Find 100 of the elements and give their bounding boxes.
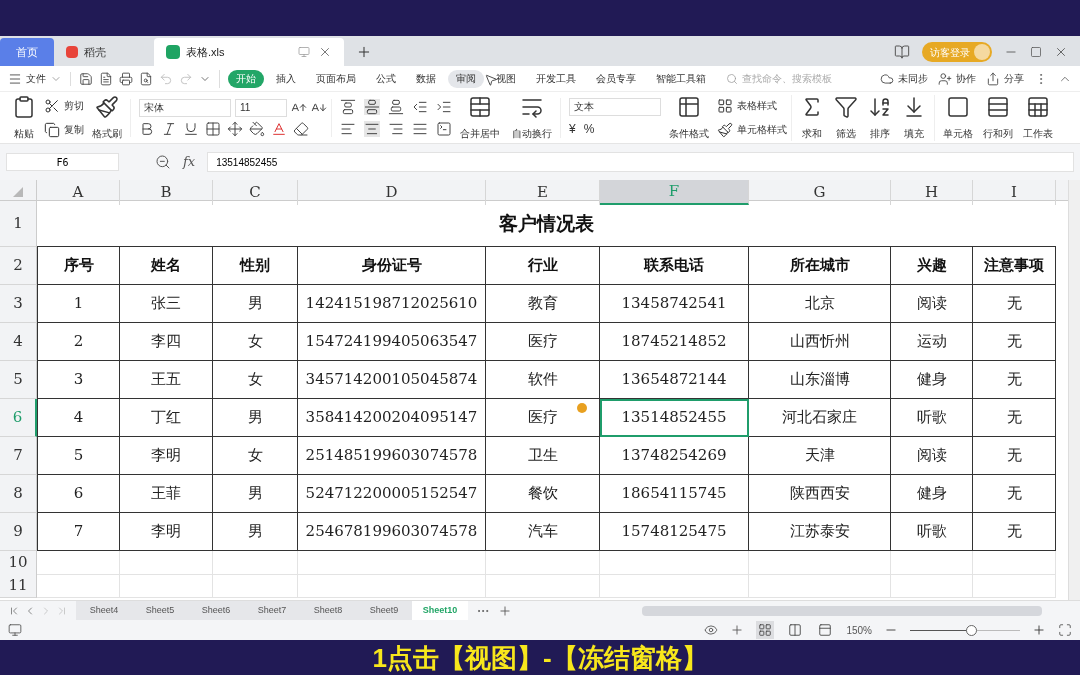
table-cell[interactable]: 无 [973,285,1056,323]
font-select[interactable]: 宋体 [139,98,231,117]
table-cell[interactable]: 运动 [891,323,973,361]
currency-button[interactable]: ¥ [569,119,576,138]
merge-center-button[interactable]: 合并居中 [456,94,504,141]
row-header[interactable]: 10 [0,551,37,575]
ribbon-button[interactable]: 筛选 [830,94,862,141]
ribbon-tab[interactable]: 会员专享 [588,69,644,88]
ribbon-tab[interactable]: 插入 [268,69,304,88]
table-cell[interactable]: 医疗 [486,323,600,361]
row-header[interactable]: 8 [0,475,37,513]
table-cell[interactable]: 251485199603074578 [298,437,486,475]
document-tab[interactable]: 首页 [0,38,54,66]
table-cell[interactable]: 女 [213,361,298,399]
table-cell[interactable]: 524712200005152547 [298,475,486,513]
ribbon-tab[interactable]: 公式 [368,69,404,88]
column-header[interactable]: I [973,180,1056,205]
table-cell[interactable]: 女 [213,437,298,475]
table-cell[interactable]: 北京 [749,285,891,323]
table-cell[interactable]: 18745214852 [600,323,749,361]
table-cell[interactable]: 山东淄博 [749,361,891,399]
table-style-button[interactable]: 表格样式 [717,95,787,116]
copy-button[interactable]: 复制 [44,119,84,140]
menu-action[interactable]: 未同步 [880,71,928,86]
ribbon-button[interactable]: 排序 [864,94,896,141]
cell-style-button[interactable]: 单元格样式 [717,119,787,140]
sheet-tab[interactable]: Sheet7 [244,601,300,620]
table-cell[interactable]: 软件 [486,361,600,399]
table-cell[interactable]: 无 [973,361,1056,399]
table-cell[interactable]: 无 [973,323,1056,361]
format-painter-button[interactable]: 格式刷 [88,94,126,141]
table-cell[interactable]: 15748125475 [600,513,749,551]
paste-button[interactable]: 粘贴 [8,94,40,141]
table-cell[interactable]: 李明 [120,513,213,551]
row-header[interactable]: 4 [0,323,37,361]
table-cell[interactable]: 阅读 [891,437,973,475]
conditional-format-button[interactable]: 条件格式 [665,94,713,141]
table-cell[interactable]: 358414200204095147 [298,399,486,437]
row-header[interactable]: 3 [0,285,37,323]
row-header[interactable]: 5 [0,361,37,399]
table-cell[interactable]: 餐饮 [486,475,600,513]
table-cell[interactable]: 1 [37,285,120,323]
table-cell[interactable]: 天津 [749,437,891,475]
cut-button[interactable]: 剪切 [44,95,84,116]
table-cell[interactable]: 汽车 [486,513,600,551]
ribbon-tab[interactable]: 智能工具箱 [648,69,714,88]
column-header[interactable]: B [120,180,213,205]
table-cell[interactable]: 男 [213,513,298,551]
table-cell[interactable]: 13748254269 [600,437,749,475]
table-cell[interactable]: 听歌 [891,513,973,551]
table-cell[interactable]: 健身 [891,361,973,399]
table-cell[interactable]: 医疗 [486,399,600,437]
sheet-tab[interactable]: Sheet9 [356,601,412,620]
table-cell[interactable]: 陕西西安 [749,475,891,513]
table-cell[interactable]: 18654115745 [600,475,749,513]
ribbon-tab[interactable]: 数据 [408,69,444,88]
font-size-select[interactable]: 11 [235,98,287,117]
table-cell[interactable]: 无 [973,475,1056,513]
column-header[interactable]: H [891,180,973,205]
ribbon-button[interactable]: 填充 [898,94,930,141]
table-cell[interactable]: 无 [973,513,1056,551]
column-header[interactable]: G [749,180,891,205]
table-cell[interactable]: 254678199603074578 [298,513,486,551]
table-cell[interactable]: 山西忻州 [749,323,891,361]
menu-action[interactable]: 协作 [938,71,976,86]
sheet-tab[interactable]: Sheet8 [300,601,356,620]
table-cell[interactable]: 张三 [120,285,213,323]
row-header[interactable]: 1 [0,201,37,247]
row-header[interactable]: 9 [0,513,37,551]
table-cell[interactable]: 健身 [891,475,973,513]
menu-action[interactable]: 分享 [986,71,1024,86]
table-cell[interactable]: 听歌 [891,399,973,437]
zoom-level-select[interactable]: 150% [846,622,872,638]
ribbon-tab[interactable]: 页面布局 [308,69,364,88]
column-header[interactable]: C [213,180,298,205]
table-cell[interactable]: 无 [973,399,1056,437]
ribbon-button[interactable]: 工作表 [1019,94,1057,141]
table-cell[interactable]: 13654872144 [600,361,749,399]
table-cell[interactable]: 154724199405063547 [298,323,486,361]
ribbon-button[interactable]: 行和列 [979,94,1017,141]
table-cell[interactable]: 13458742541 [600,285,749,323]
table-cell[interactable]: 王五 [120,361,213,399]
table-cell[interactable]: 王菲 [120,475,213,513]
function-button[interactable]: fx [183,152,196,172]
file-menu[interactable]: 文件 [8,71,70,86]
document-tab[interactable]: 表格.xls [154,38,344,66]
sheet-tab[interactable]: Sheet6 [188,601,244,620]
row-header[interactable]: 7 [0,437,37,475]
table-cell[interactable]: 阅读 [891,285,973,323]
row-header[interactable]: 11 [0,574,37,598]
document-tab[interactable]: 稻壳 [54,38,154,66]
column-header[interactable]: D [298,180,486,205]
percent-button[interactable]: % [583,119,595,138]
formula-field[interactable]: 13514852455 [207,152,1074,172]
table-cell[interactable]: 丁红 [120,399,213,437]
table-cell[interactable]: 男 [213,475,298,513]
ribbon-button[interactable]: 单元格 [939,94,977,141]
table-cell[interactable]: 2 [37,323,120,361]
table-cell[interactable]: 13514852455 [600,399,749,437]
row-header[interactable]: 2 [0,247,37,285]
